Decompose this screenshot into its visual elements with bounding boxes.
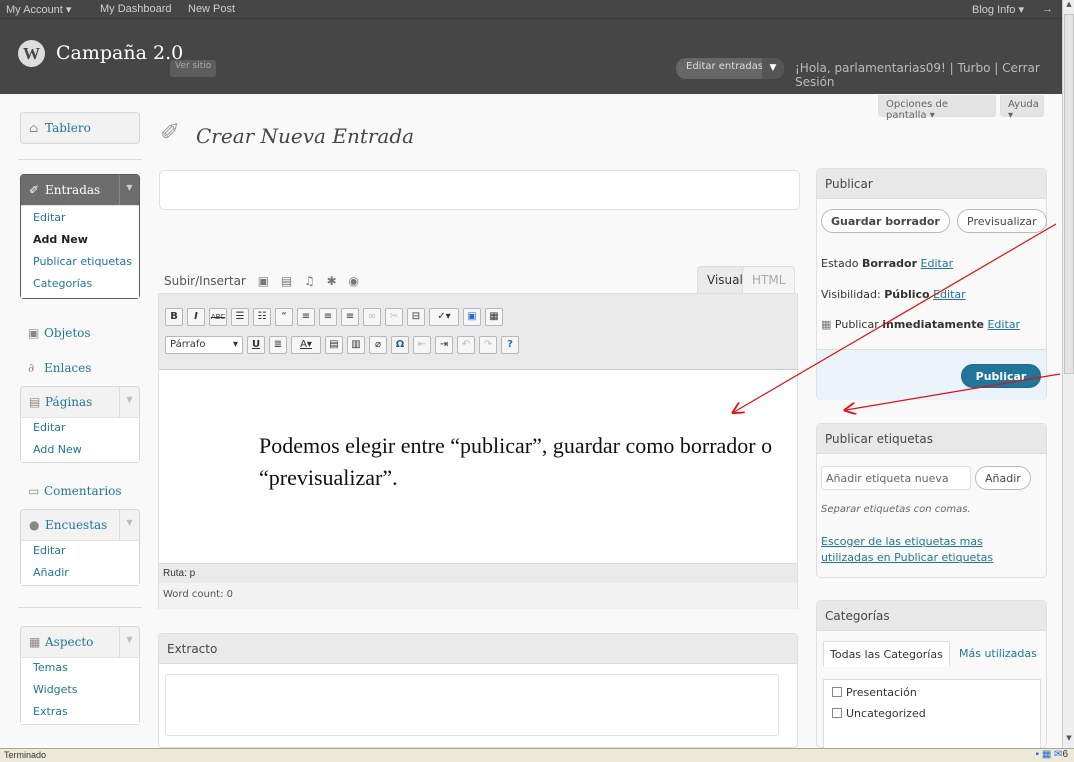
mail-count: 6 xyxy=(1062,749,1068,760)
browser-status-bar: Terminado ▪ ▦ ✉6 xyxy=(0,748,1074,762)
scroll-up-icon[interactable]: ▲ xyxy=(1064,0,1074,12)
arrow-to-editor xyxy=(734,223,1057,412)
status-text: Terminado xyxy=(4,750,47,760)
status-icons: ▪ ▦ ✉6 xyxy=(1035,749,1068,760)
annotation-arrows xyxy=(0,223,1061,762)
network-icon: ▪ xyxy=(1035,749,1040,760)
arrow-to-publish xyxy=(846,373,1061,410)
scroll-thumb[interactable] xyxy=(1064,14,1074,374)
scroll-down-icon[interactable]: ▼ xyxy=(1064,734,1074,746)
tray-icon: ▦ xyxy=(1041,749,1052,760)
page-scrollbar[interactable]: ▲ ▼ xyxy=(1062,0,1074,748)
